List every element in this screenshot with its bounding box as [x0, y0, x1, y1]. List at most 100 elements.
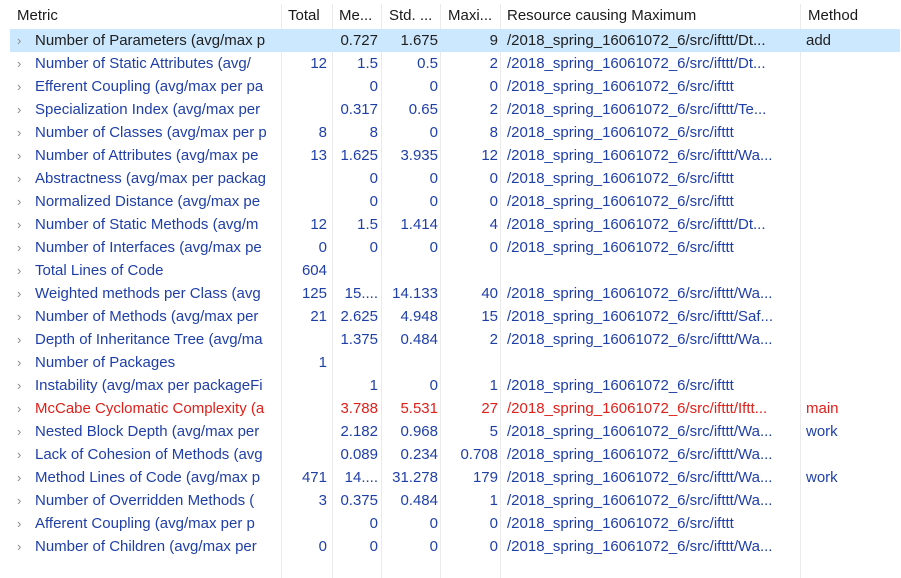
expand-chevron-icon[interactable]: ›	[17, 259, 21, 282]
resource-path: /2018_spring_16061072_6/src/ifttt/Wa...	[507, 538, 773, 555]
total-value: 604	[301, 262, 327, 279]
mean-value: 15....	[344, 285, 378, 302]
table-row[interactable]: › Specialization Index (avg/max per 0.317 0…	[10, 98, 900, 121]
std-dev-value: 1.414	[400, 216, 438, 233]
maximum-value: 4	[489, 216, 498, 233]
std-dev-value: 0	[429, 78, 438, 95]
table-row[interactable]: › Number of Overridden Methods (3 0.375 0.4…	[10, 489, 900, 512]
maximum-value: 9	[489, 32, 498, 49]
expand-chevron-icon[interactable]: ›	[17, 466, 21, 489]
expand-chevron-icon[interactable]: ›	[17, 512, 21, 535]
resource-path: /2018_spring_16061072_6/src/ifttt/Wa...	[507, 331, 773, 348]
expand-chevron-icon[interactable]: ›	[17, 144, 21, 167]
column-header-std-dev[interactable]: Std. ...	[389, 4, 439, 28]
expand-chevron-icon[interactable]: ›	[17, 190, 21, 213]
column-header-total[interactable]: Total	[288, 4, 328, 28]
resource-path: /2018_spring_16061072_6/src/ifttt	[507, 515, 734, 532]
column-header-metric[interactable]: Metric	[17, 4, 279, 28]
maximum-value: 1	[489, 492, 498, 509]
table-row[interactable]: › Number of Packages 1	[10, 351, 900, 374]
expand-chevron-icon[interactable]: ›	[17, 374, 21, 397]
expand-chevron-icon[interactable]: ›	[17, 420, 21, 443]
resource-path: /2018_spring_16061072_6/src/ifttt/Wa...	[507, 469, 773, 486]
mean-value: 14....	[344, 469, 378, 486]
resource-path: /2018_spring_16061072_6/src/ifttt	[507, 193, 734, 210]
mean-value: 0	[369, 515, 378, 532]
std-dev-value: 0.484	[400, 331, 438, 348]
expand-chevron-icon[interactable]: ›	[17, 236, 21, 259]
metric-name: Depth of Inheritance Tree (avg/ma	[35, 331, 263, 348]
maximum-value	[442, 259, 498, 282]
expand-chevron-icon[interactable]: ›	[17, 535, 21, 558]
total-value: 125	[301, 285, 327, 302]
total-value	[283, 374, 327, 397]
total-value	[283, 512, 327, 535]
column-header-method[interactable]: Method	[808, 4, 898, 28]
table-row[interactable]: › Weighted methods per Class (avg 125 15...…	[10, 282, 900, 305]
metric-name: Weighted methods per Class (avg	[35, 285, 261, 302]
std-dev-value: 3.935	[400, 147, 438, 164]
metrics-table: Metric Total Me... Std. ... Maxi... Reso…	[0, 0, 901, 578]
expand-chevron-icon[interactable]: ›	[17, 351, 21, 374]
expand-chevron-icon[interactable]: ›	[17, 397, 21, 420]
metric-name: Specialization Index (avg/max per	[35, 101, 261, 118]
resource-path: /2018_spring_16061072_6/src/ifttt/Te...	[507, 101, 767, 118]
metric-name: Afferent Coupling (avg/max per p	[35, 515, 255, 532]
expand-chevron-icon[interactable]: ›	[17, 213, 21, 236]
table-row[interactable]: › McCabe Cyclomatic Complexity (a 3.788 5.5…	[10, 397, 900, 420]
method-name	[806, 535, 896, 558]
expand-chevron-icon[interactable]: ›	[17, 489, 21, 512]
maximum-value: 0.708	[460, 446, 498, 463]
metric-name: Number of Interfaces (avg/max pe	[35, 239, 262, 256]
expand-chevron-icon[interactable]: ›	[17, 98, 21, 121]
column-header-maximum[interactable]: Maxi...	[448, 4, 498, 28]
table-row[interactable]: › Number of Attributes (avg/max pe 13 1.625…	[10, 144, 900, 167]
column-header-mean[interactable]: Me...	[339, 4, 379, 28]
method-name	[806, 190, 896, 213]
std-dev-value: 14.133	[392, 285, 438, 302]
expand-chevron-icon[interactable]: ›	[17, 282, 21, 305]
expand-chevron-icon[interactable]: ›	[17, 167, 21, 190]
mean-value: 0	[369, 78, 378, 95]
expand-chevron-icon[interactable]: ›	[17, 305, 21, 328]
maximum-value: 12	[481, 147, 498, 164]
std-dev-value: 5.531	[400, 400, 438, 417]
method-name	[806, 144, 896, 167]
table-row[interactable]: › Number of Children (avg/max per 0 0 0 0/201…	[10, 535, 900, 558]
column-header-resource[interactable]: Resource causing Maximum	[507, 4, 799, 28]
table-row[interactable]: › Normalized Distance (avg/max pe 0 0 0/2018…	[10, 190, 900, 213]
table-row[interactable]: › Number of Parameters (avg/max p 0.727 1.6…	[10, 29, 900, 52]
expand-chevron-icon[interactable]: ›	[17, 443, 21, 466]
table-row[interactable]: › Efferent Coupling (avg/max per pa 0 0 0/20…	[10, 75, 900, 98]
expand-chevron-icon[interactable]: ›	[17, 52, 21, 75]
table-row[interactable]: › Number of Interfaces (avg/max pe 0 0 0 0/20…	[10, 236, 900, 259]
method-name	[806, 512, 896, 535]
metric-name: Number of Packages	[35, 354, 176, 371]
table-row[interactable]: › Number of Static Methods (avg/m 12 1.5 1.4…	[10, 213, 900, 236]
resource-path: /2018_spring_16061072_6/src/ifttt	[507, 124, 734, 141]
table-row[interactable]: › Number of Methods (avg/max per 21 2.625 4.…	[10, 305, 900, 328]
method-name: work	[806, 469, 838, 486]
expand-chevron-icon[interactable]: ›	[17, 328, 21, 351]
table-row[interactable]: › Depth of Inheritance Tree (avg/ma 1.375 0…	[10, 328, 900, 351]
total-value: 3	[318, 492, 327, 509]
table-row[interactable]: › Nested Block Depth (avg/max per 2.182 0.9…	[10, 420, 900, 443]
table-row[interactable]: › Lack of Cohesion of Methods (avg 0.089 0.…	[10, 443, 900, 466]
table-row[interactable]: › Instability (avg/max per packageFi 1 0 1/2…	[10, 374, 900, 397]
total-value	[283, 75, 327, 98]
table-row[interactable]: › Number of Static Attributes (avg/12 1.5 0…	[10, 52, 900, 75]
table-row[interactable]: › Afferent Coupling (avg/max per p 0 0 0/201…	[10, 512, 900, 535]
method-name	[806, 98, 896, 121]
table-row[interactable]: › Abstractness (avg/max per packag 0 0 0/201…	[10, 167, 900, 190]
table-row[interactable]: › Method Lines of Code (avg/max p 471 14...…	[10, 466, 900, 489]
method-name	[806, 213, 896, 236]
expand-chevron-icon[interactable]: ›	[17, 75, 21, 98]
expand-chevron-icon[interactable]: ›	[17, 29, 21, 52]
expand-chevron-icon[interactable]: ›	[17, 121, 21, 144]
table-row[interactable]: › Number of Classes (avg/max per p 8 8 0 8/20…	[10, 121, 900, 144]
method-name	[806, 328, 896, 351]
std-dev-value: 0	[429, 538, 438, 555]
metric-name: Number of Attributes (avg/max pe	[35, 147, 259, 164]
maximum-value: 0	[489, 193, 498, 210]
table-row[interactable]: › Total Lines of Code 604	[10, 259, 900, 282]
